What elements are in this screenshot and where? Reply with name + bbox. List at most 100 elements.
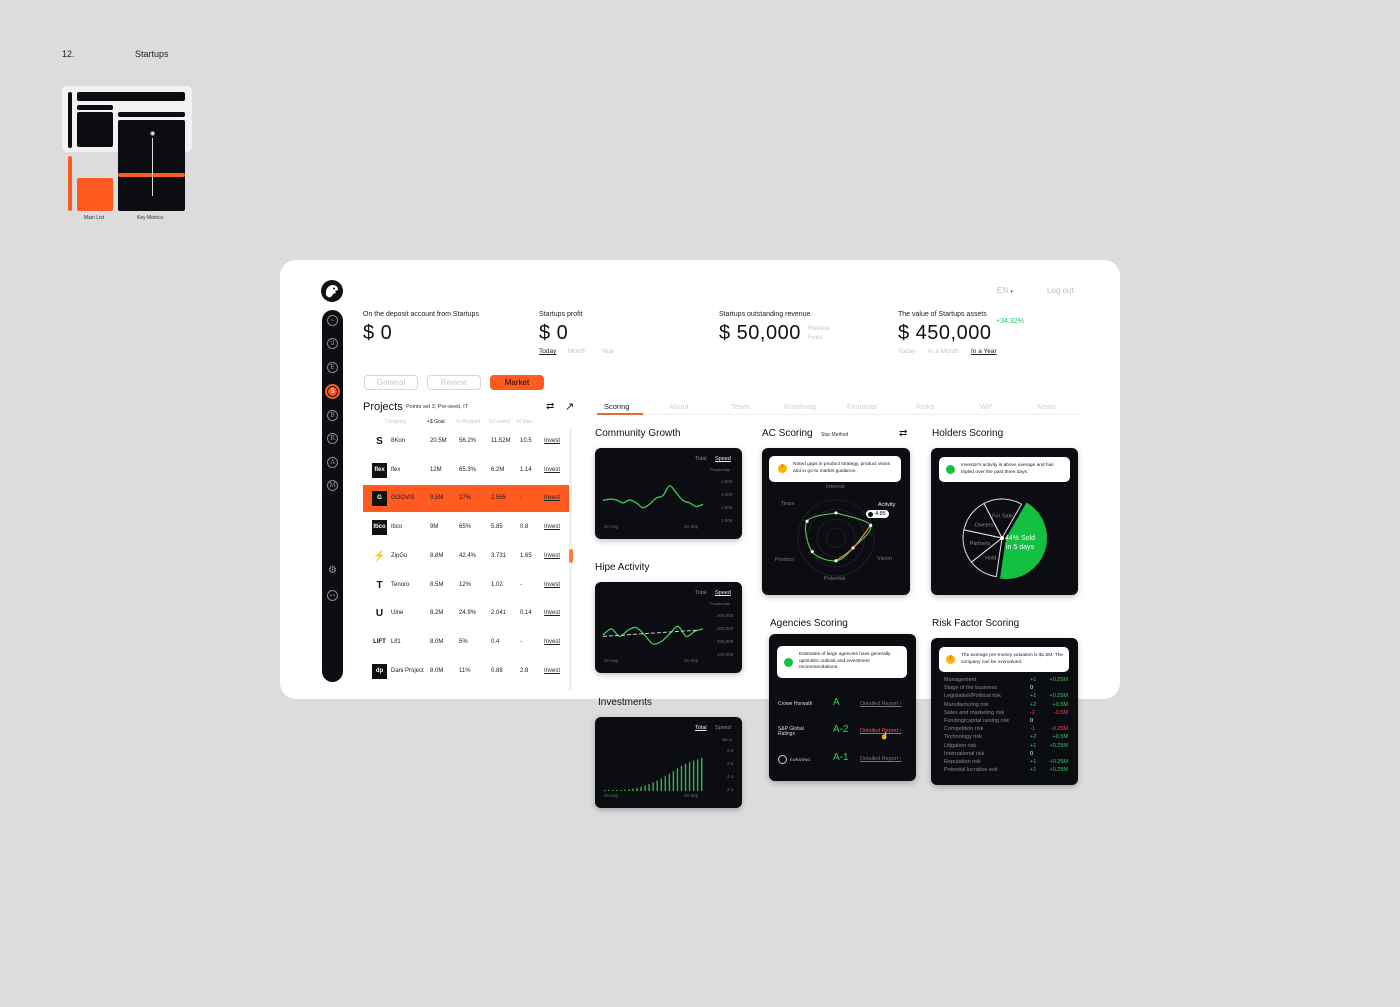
column-funded[interactable]: $ Funded bbox=[489, 419, 510, 425]
invest-link[interactable]: Invest bbox=[544, 495, 560, 501]
letter-s-icon[interactable]: S bbox=[325, 384, 340, 399]
risk-score: +2 bbox=[1030, 734, 1037, 741]
bar-chart-icon[interactable]: ıl bbox=[327, 338, 338, 349]
column-goal[interactable]: +$ Goal bbox=[427, 419, 445, 425]
settings-sliders-icon[interactable]: ⇄ bbox=[899, 428, 907, 439]
cell-funded: 3.731 bbox=[491, 552, 507, 559]
letter-r-icon[interactable]: R bbox=[327, 433, 338, 444]
segment-general[interactable]: General bbox=[364, 375, 418, 390]
chevron-down-icon: ▾ bbox=[1010, 289, 1013, 295]
detailed-report-link[interactable]: Detailed Report › bbox=[860, 756, 902, 762]
project-row[interactable]: T Tenoro 8.5M 12% 1.02 - Invest bbox=[363, 572, 570, 599]
project-row[interactable]: dp Dani Project 8.0M 11% 0.88 2.8 Invest bbox=[363, 658, 570, 685]
tab-wp[interactable]: WP bbox=[980, 402, 992, 411]
agency-grade: A-2 bbox=[833, 724, 849, 735]
tab-team[interactable]: Team bbox=[731, 402, 749, 411]
tabs-divider bbox=[594, 414, 1080, 415]
company-logo-icon: G bbox=[372, 491, 387, 507]
cell-mau: 10.5 bbox=[520, 438, 532, 444]
cell-funded: 0.88 bbox=[491, 667, 503, 674]
cell-mau: 0.14 bbox=[520, 610, 532, 617]
invest-link[interactable]: Invest bbox=[544, 438, 560, 444]
eagle-logo-icon[interactable] bbox=[321, 280, 343, 302]
project-row[interactable]: ⚡ ZipGo 8.8M 42.4% 3.731 1.65 Invest bbox=[363, 543, 570, 570]
company-logo-icon: T bbox=[376, 579, 383, 591]
community-growth-chart: Total Speed People/day 2,500 2,000 1,500… bbox=[595, 448, 742, 539]
invest-link[interactable]: Invest bbox=[544, 610, 560, 616]
thumb-caption: Main List bbox=[84, 215, 105, 221]
tab-financial[interactable]: Financial bbox=[847, 402, 877, 411]
cell-mau: - bbox=[520, 581, 522, 588]
period-today[interactable]: Today bbox=[898, 348, 915, 355]
logout-icon[interactable]: ↦ bbox=[327, 590, 338, 601]
period-year[interactable]: Year bbox=[601, 348, 614, 355]
invest-link[interactable]: Invest bbox=[544, 553, 560, 559]
filter-sliders-icon[interactable]: ⇄ bbox=[546, 401, 554, 412]
invest-link[interactable]: Invest bbox=[544, 668, 560, 674]
letter-e-icon[interactable]: E bbox=[327, 362, 338, 373]
segment-review[interactable]: Review bbox=[427, 375, 481, 390]
pie-label: For Sale bbox=[992, 513, 1013, 519]
risk-name: Funding/capital raising risk bbox=[944, 718, 1010, 724]
detailed-report-link[interactable]: Detailed Report › bbox=[860, 701, 902, 707]
section-title: Hipe Activity bbox=[595, 562, 650, 573]
project-row[interactable]: flex flex 12M 65.3% 6.2M 1.14 Invest bbox=[363, 457, 570, 484]
tab-scoring[interactable]: Scoring bbox=[604, 402, 629, 411]
project-row[interactable]: Itico Itico 9M 65% 5.85 0.8 Invest bbox=[363, 514, 570, 541]
letter-b-icon[interactable]: B bbox=[327, 410, 338, 421]
investment-bar bbox=[680, 765, 683, 791]
agency-name: S&P Global Ratings bbox=[778, 726, 804, 737]
period-month[interactable]: Month bbox=[568, 348, 586, 355]
cell-pledged: 5% bbox=[459, 638, 468, 645]
trend-icon[interactable]: ~ bbox=[327, 315, 338, 326]
column-company[interactable]: Company bbox=[385, 419, 406, 425]
invest-link[interactable]: Invest bbox=[544, 524, 560, 530]
cell-name: flex bbox=[391, 466, 401, 473]
metric-value: $ 0 bbox=[363, 322, 393, 344]
risk-score: 0 bbox=[1030, 718, 1034, 724]
gear-icon[interactable]: ⚙ bbox=[327, 566, 338, 577]
metric-value: $ 450,000 bbox=[898, 322, 992, 344]
language-selector[interactable]: EN ▾ bbox=[997, 286, 1013, 295]
project-row[interactable]: S 8Kon 20.5M 56.2% 11.52M 10.5 Invest bbox=[363, 428, 570, 455]
tab-risks[interactable]: Risks bbox=[916, 402, 934, 411]
slide-number: 12. bbox=[62, 49, 75, 59]
risk-score: 0 bbox=[1030, 685, 1034, 692]
risk-row: Technology risk +2 +0.5M bbox=[944, 734, 1070, 742]
cell-mau: 1.14 bbox=[520, 466, 532, 473]
layout-thumbnail: ◉ Main List Key Metrics bbox=[62, 86, 192, 226]
project-row[interactable]: G GOOVIS 9.5M 27% 2.565 - Invest bbox=[363, 485, 570, 513]
column-pledged[interactable]: % Pledged bbox=[456, 419, 480, 425]
review-option[interactable]: Review bbox=[808, 325, 829, 332]
period-in-a-year[interactable]: In a Year bbox=[971, 348, 997, 355]
scrollbar-thumb[interactable] bbox=[569, 549, 573, 563]
tab-news[interactable]: News bbox=[1037, 402, 1056, 411]
section-title: AC Scoring bbox=[762, 428, 813, 439]
tab-roadmap[interactable]: Roadmap bbox=[784, 402, 817, 411]
risk-score: +2 bbox=[1030, 701, 1037, 708]
invest-link[interactable]: Invest bbox=[544, 639, 560, 645]
tab-about[interactable]: About bbox=[669, 402, 689, 411]
column-mau[interactable]: M Mau bbox=[517, 419, 532, 425]
expand-arrow-icon[interactable]: ↗ bbox=[565, 400, 574, 413]
cell-mau: - bbox=[520, 638, 522, 645]
period-today[interactable]: Today bbox=[539, 348, 556, 355]
pointer-cursor-icon: ☝ bbox=[880, 733, 889, 740]
investments-plot bbox=[604, 757, 703, 791]
annotation-line: in 5 days bbox=[1005, 544, 1034, 551]
segment-market[interactable]: Market bbox=[490, 375, 544, 390]
invest-link[interactable]: Invest bbox=[544, 582, 560, 588]
letter-a-icon[interactable]: A bbox=[327, 457, 338, 468]
project-row[interactable]: U Uine 8.2M 24.9% 2.041 0.14 Invest bbox=[363, 600, 570, 627]
investment-bar bbox=[672, 771, 675, 791]
logout-link[interactable]: Log out bbox=[1047, 286, 1074, 295]
period-in-a-month[interactable]: In a Month bbox=[928, 348, 959, 355]
thumb-bar bbox=[118, 112, 185, 117]
invest-link[interactable]: Invest bbox=[544, 467, 560, 473]
letter-m-icon[interactable]: M bbox=[327, 480, 338, 491]
investment-bar bbox=[660, 778, 662, 791]
project-row[interactable]: LIFT Lif1 8.0M 5% 0.4 - Invest bbox=[363, 629, 570, 656]
badge-dot bbox=[868, 511, 873, 517]
hipe-activity-chart: Total Speed People/day 400,000 300,000 2… bbox=[595, 582, 742, 673]
fees-option[interactable]: Fees bbox=[808, 334, 822, 341]
